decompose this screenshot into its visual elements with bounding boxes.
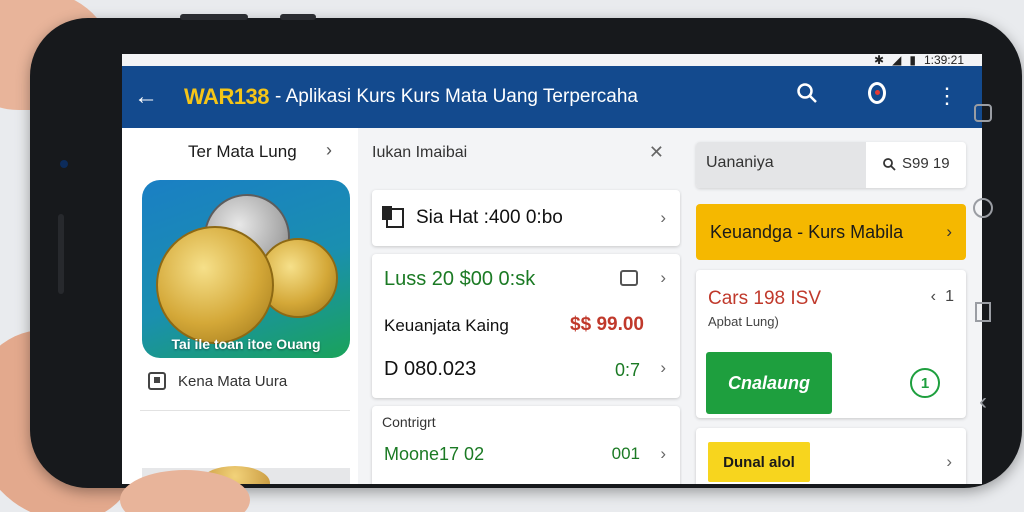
- location-pin-icon[interactable]: [864, 82, 890, 110]
- volume-button: [180, 14, 248, 20]
- app-bar: ← WAR138 - Aplikasi Kurs Kurs Mata Uang …: [122, 66, 982, 128]
- green-action-label: Cnalaung: [727, 372, 810, 393]
- left-list-item-label: Kena Mata Uura: [178, 372, 288, 390]
- search-input[interactable]: Uananiya: [696, 142, 866, 188]
- back-arrow-icon[interactable]: ←: [134, 83, 174, 111]
- left-list-item[interactable]: Kena Mata Uura: [148, 372, 287, 390]
- pin-icon[interactable]: ✕: [649, 142, 664, 163]
- cars-title: Cars 198 ISV: [708, 288, 821, 309]
- more-menu-icon[interactable]: ⋮: [934, 83, 960, 109]
- left-panel: Ter Mata Lung › Tai ile toan itoe Ouang …: [122, 128, 358, 484]
- yellow-tag-label: Dunal alol: [723, 453, 795, 471]
- back-key-icon[interactable]: ‹: [972, 388, 994, 416]
- green-action-button[interactable]: Cnalaung: [706, 352, 832, 414]
- bitcoin-coin-icon: [156, 226, 274, 344]
- yellow-tag[interactable]: Dunal alol: [708, 442, 810, 482]
- count-badge-value: 1: [920, 374, 930, 392]
- cars-subtitle: Apbat Lung): [708, 314, 779, 329]
- right-panel: Uananiya S99 19 Keuandga - Kurs Mabila ›…: [682, 128, 982, 484]
- contribution-count: 001: [611, 444, 640, 463]
- share-icon[interactable]: ‹: [931, 288, 936, 306]
- page-title: - Aplikasi Kurs Kurs Mata Uang Terpercah…: [275, 86, 638, 107]
- tag-card[interactable]: Dunal alol ›: [696, 428, 966, 484]
- contribution-label: Contrigrt: [382, 414, 436, 430]
- balance-card[interactable]: Sia Hat :400 0:bo ›: [372, 190, 680, 246]
- middle-panel: Iukan Imaibai ✕ Sia Hat :400 0:bo › Luss…: [358, 128, 682, 484]
- search-icon: [883, 157, 896, 171]
- brand-name: WAR138: [184, 84, 270, 109]
- search-value: S99 19: [882, 155, 950, 172]
- count-badge: 1: [910, 368, 940, 398]
- screen: ✱ ◢ ▮ 1:39:21 ← WAR138 - Aplikasi Kurs K…: [122, 54, 982, 484]
- menu-key-icon[interactable]: [975, 302, 991, 322]
- rate-row-1: Luss 20 $00 0:sk: [384, 268, 536, 290]
- document-icon: [382, 206, 404, 228]
- chevron-right-icon[interactable]: ›: [660, 358, 666, 378]
- balance-text: Sia Hat :400 0:bo: [416, 207, 563, 228]
- chevron-right-icon[interactable]: ›: [326, 140, 332, 161]
- rates-card[interactable]: Luss 20 $00 0:sk › Keuanjata Kaing $$ 99…: [372, 254, 680, 398]
- contribution-value: Moone17 02: [384, 444, 485, 464]
- cars-card[interactable]: Cars 198 ISV Apbat Lung) ‹ 1 Cnalaung 1: [696, 270, 966, 418]
- search-icon[interactable]: [794, 82, 820, 110]
- rate-row-3-label: D 080.023: [384, 358, 477, 380]
- middle-panel-title: Iukan Imaibai: [372, 144, 468, 161]
- message-icon[interactable]: [620, 270, 638, 286]
- home-key-icon[interactable]: [973, 198, 993, 218]
- rate-row-2-value: $$ 99.00: [570, 314, 644, 335]
- divider: [140, 410, 350, 411]
- chevron-right-icon[interactable]: ›: [660, 208, 666, 228]
- cars-count: 1: [945, 288, 954, 305]
- currency-banner[interactable]: Keuandga - Kurs Mabila ›: [696, 204, 966, 260]
- chevron-right-icon[interactable]: ›: [946, 452, 952, 472]
- chevron-right-icon[interactable]: ›: [660, 268, 666, 288]
- power-button: [280, 14, 316, 20]
- rate-row-3-value: 0:7: [614, 360, 640, 380]
- promo-banner[interactable]: Tai ile toan itoe Ouang: [142, 180, 350, 358]
- search-bar[interactable]: Uananiya S99 19: [696, 142, 966, 188]
- chevron-right-icon[interactable]: ›: [660, 444, 666, 464]
- recents-key-icon[interactable]: [974, 104, 992, 122]
- earpiece: [58, 214, 64, 294]
- calendar-icon: [148, 372, 166, 390]
- rate-row-2-label: Keuanjata Kaing: [384, 316, 509, 335]
- currency-banner-text: Keuandga - Kurs Mabila: [710, 221, 904, 242]
- status-bar: ✱ ◢ ▮ 1:39:21: [122, 54, 982, 67]
- promo-label: Tai ile toan itoe Ouang: [171, 336, 321, 352]
- left-panel-title: Ter Mata Lung: [188, 142, 297, 161]
- chevron-right-icon[interactable]: ›: [946, 222, 952, 242]
- search-value-text: S99 19: [902, 155, 950, 172]
- contribution-card[interactable]: Contrigrt Moone17 02 001 ›: [372, 406, 680, 484]
- phone-frame: ✱ ◢ ▮ 1:39:21 ← WAR138 - Aplikasi Kurs K…: [30, 14, 1022, 488]
- front-camera: [60, 160, 68, 168]
